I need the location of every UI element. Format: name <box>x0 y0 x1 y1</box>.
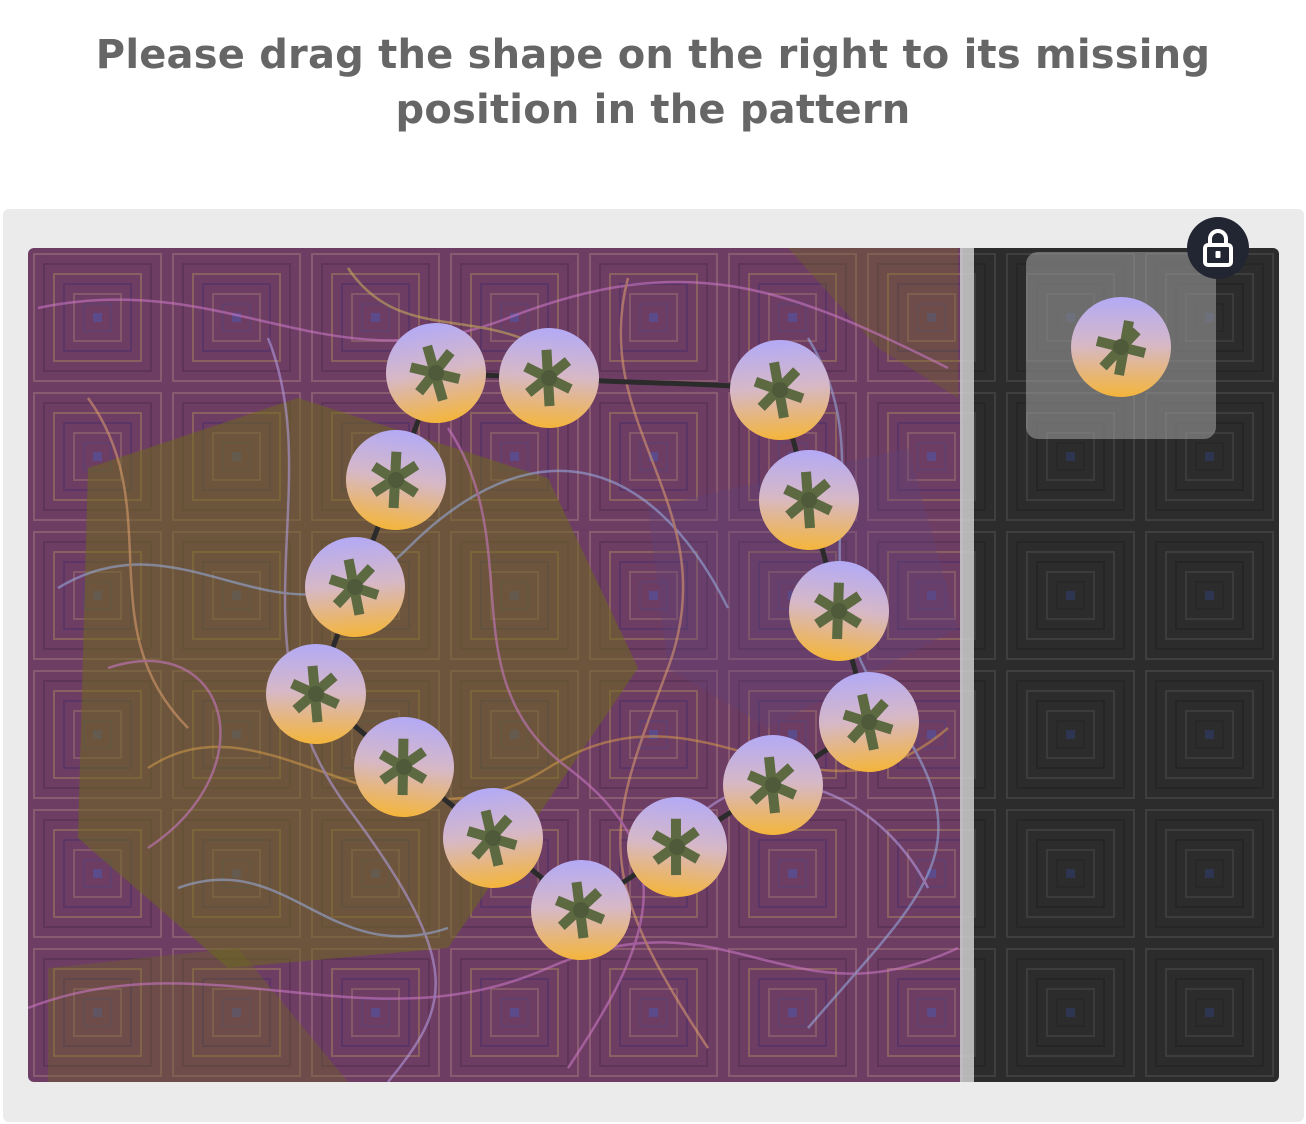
asterisk-knob-icon <box>1071 297 1171 397</box>
lock-icon <box>1203 229 1233 267</box>
lock-button[interactable] <box>1187 217 1249 279</box>
pattern-shape <box>723 735 823 835</box>
instruction-text: Please drag the shape on the right to it… <box>95 32 1211 133</box>
draggable-shape-piece[interactable] <box>1070 296 1172 398</box>
